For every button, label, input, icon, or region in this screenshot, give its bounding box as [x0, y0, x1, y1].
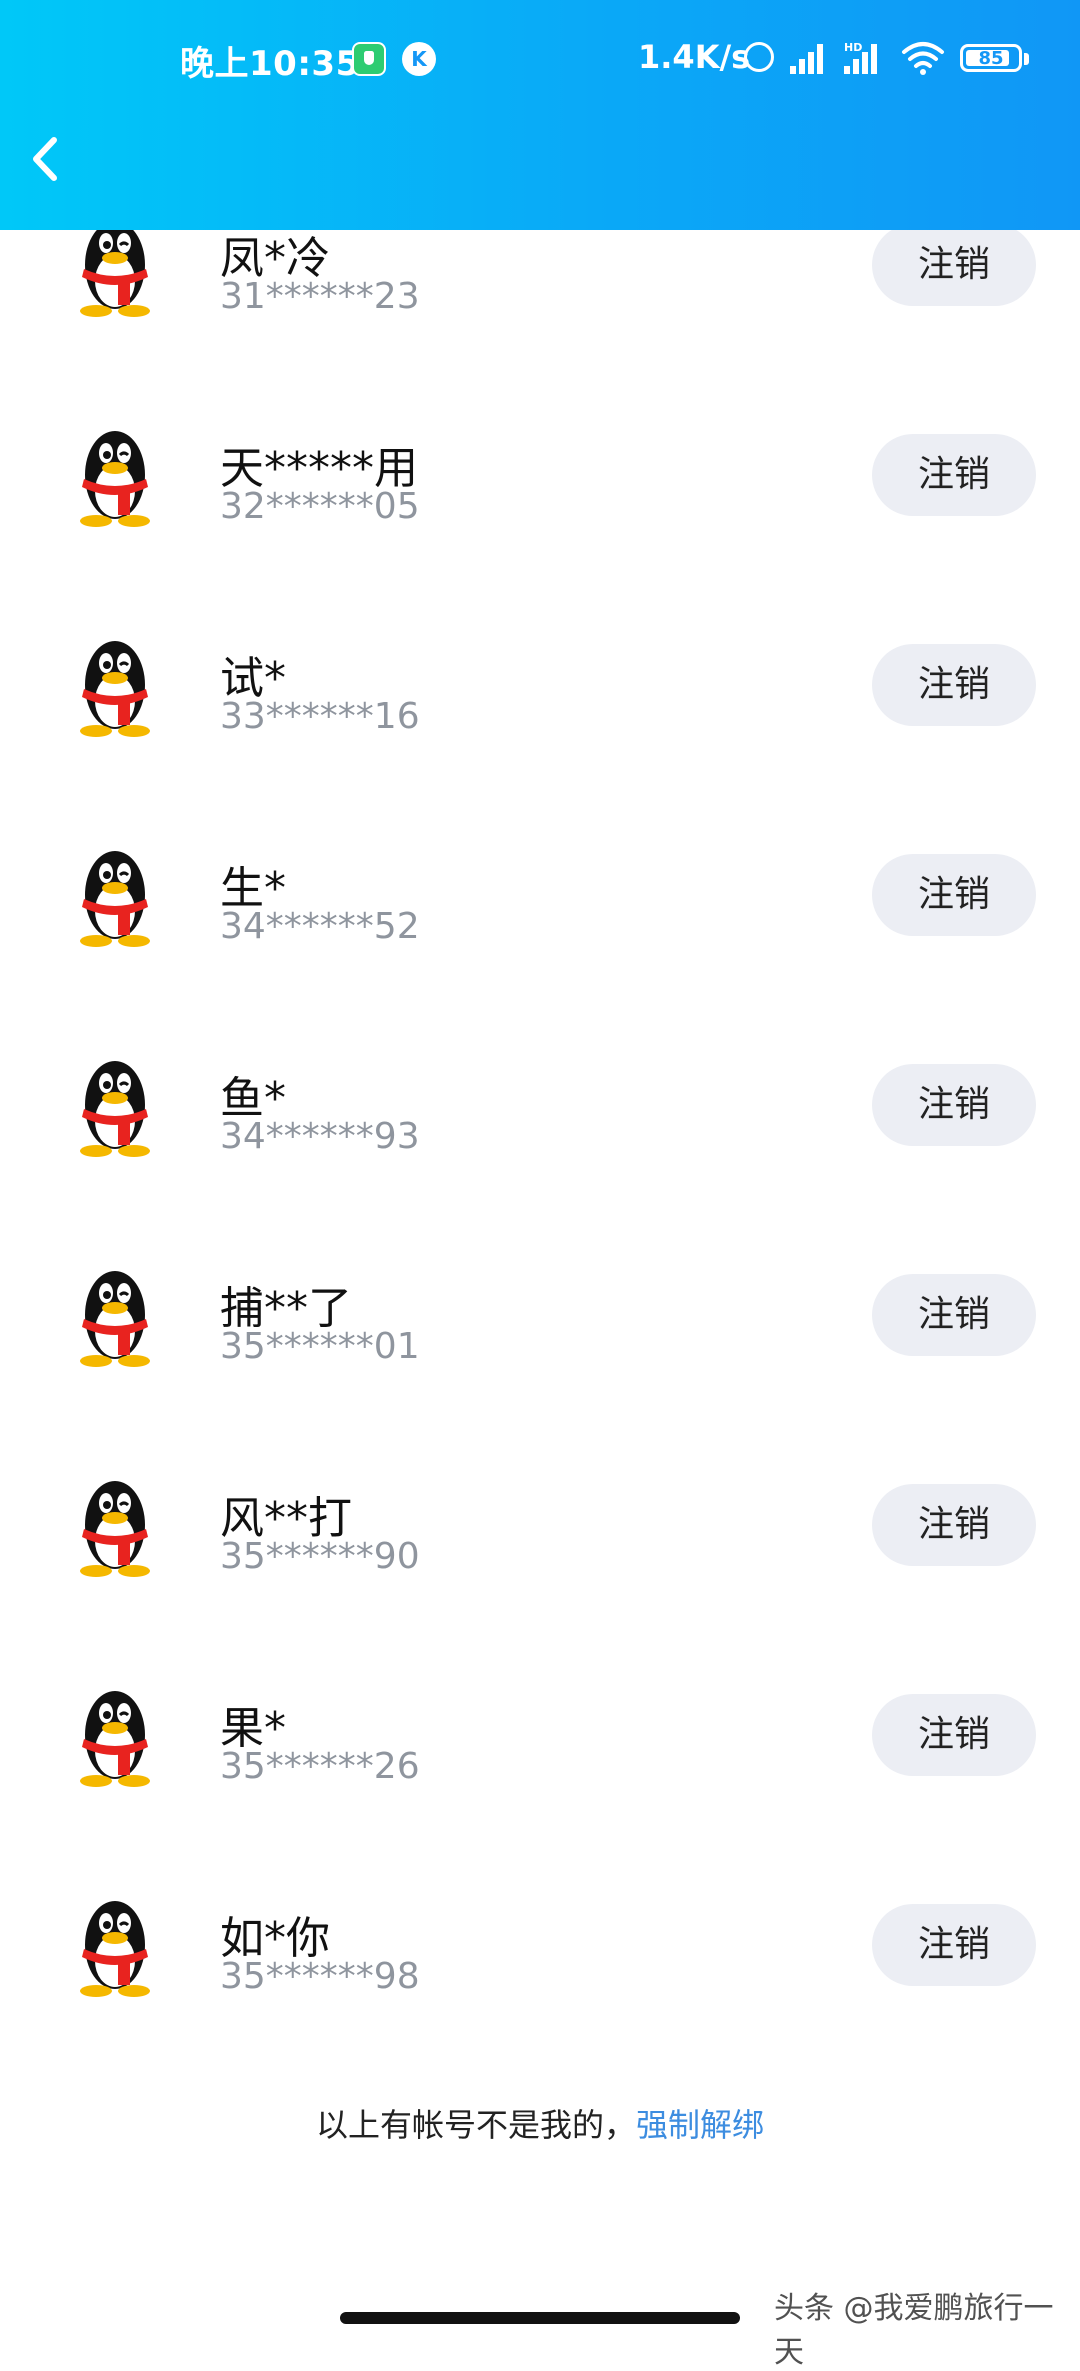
battery-icon: 85 — [960, 44, 1022, 72]
deregister-button[interactable]: 注销 — [872, 644, 1036, 726]
account-number: 35******98 — [220, 1956, 420, 1997]
account-number: 35******26 — [220, 1746, 420, 1787]
account-number: 34******52 — [220, 906, 420, 947]
avatar-penguin-icon — [60, 1673, 170, 1793]
account-row[interactable]: 天*****用 32******05 注销 — [0, 370, 1080, 579]
account-number: 35******01 — [220, 1326, 420, 1367]
avatar-penguin-icon — [60, 1253, 170, 1373]
account-row[interactable]: 如*你 35******98 注销 — [0, 1840, 1080, 2049]
wifi-icon — [902, 42, 944, 75]
avatar-penguin-icon — [60, 1883, 170, 2003]
signal-icon — [790, 44, 823, 74]
battery-level: 85 — [978, 48, 1004, 69]
signal-hd-label: HD — [844, 41, 862, 54]
account-row[interactable]: 生* 34******52 注销 — [0, 790, 1080, 999]
status-time: 晚上10:35 — [180, 44, 360, 84]
account-number: 34******93 — [220, 1116, 420, 1157]
signal-hd-icon: HD — [844, 41, 877, 74]
account-row[interactable]: 捕**了 35******01 注销 — [0, 1210, 1080, 1419]
account-list: 凤*冷31******23注销 天*****用32******05注销 — [0, 230, 1080, 2070]
account-row[interactable]: 风**打 35******90 注销 — [0, 1420, 1080, 1629]
network-speed: 1.4K/s — [638, 38, 751, 76]
watermark: 头条 @我爱鹏旅行一天 — [774, 2291, 1054, 2370]
avatar-penguin-icon — [60, 1043, 170, 1163]
alarm-icon — [744, 42, 774, 72]
battery-cap — [1024, 53, 1029, 65]
deregister-button[interactable]: 注销 — [872, 1064, 1036, 1146]
account-number: 35******90 — [220, 1536, 420, 1577]
avatar-penguin-icon — [60, 413, 170, 533]
home-indicator[interactable] — [340, 2312, 740, 2324]
header-bar: 晚上10:35 K 1.4K/s HD 85 — [0, 0, 1080, 230]
deregister-button[interactable]: 注销 — [872, 230, 1036, 306]
unbind-note: 以上有帐号不是我的，强制解绑 — [0, 2100, 1080, 2146]
account-row[interactable]: 试* 33******16 注销 — [0, 580, 1080, 789]
force-unbind-link[interactable]: 强制解绑 — [636, 2106, 764, 2144]
deregister-button[interactable]: 注销 — [872, 1274, 1036, 1356]
deregister-button[interactable]: 注销 — [872, 1484, 1036, 1566]
deregister-button[interactable]: 注销 — [872, 1694, 1036, 1776]
account-row[interactable]: 凤*冷 31******23 注销 — [0, 230, 1080, 369]
unbind-note-text: 以上有帐号不是我的， — [315, 2106, 636, 2144]
deregister-button[interactable]: 注销 — [872, 1904, 1036, 1986]
deregister-button[interactable]: 注销 — [872, 854, 1036, 936]
account-number: 31******23 — [220, 276, 420, 317]
deregister-button[interactable]: 注销 — [872, 434, 1036, 516]
status-bar: 晚上10:35 K 1.4K/s HD 85 — [0, 0, 1080, 120]
account-row[interactable]: 果* 35******26 注销 — [0, 1630, 1080, 1839]
account-number: 33******16 — [220, 696, 420, 737]
avatar-penguin-icon — [60, 833, 170, 953]
k-app-icon: K — [402, 42, 436, 76]
avatar-penguin-icon — [60, 623, 170, 743]
shield-app-icon — [352, 42, 386, 76]
avatar-penguin-icon — [60, 1463, 170, 1583]
account-row[interactable]: 鱼* 34******93 注销 — [0, 1000, 1080, 1209]
avatar-penguin-icon — [60, 230, 170, 323]
account-number: 32******05 — [220, 486, 420, 527]
back-chevron-icon[interactable] — [18, 128, 78, 190]
